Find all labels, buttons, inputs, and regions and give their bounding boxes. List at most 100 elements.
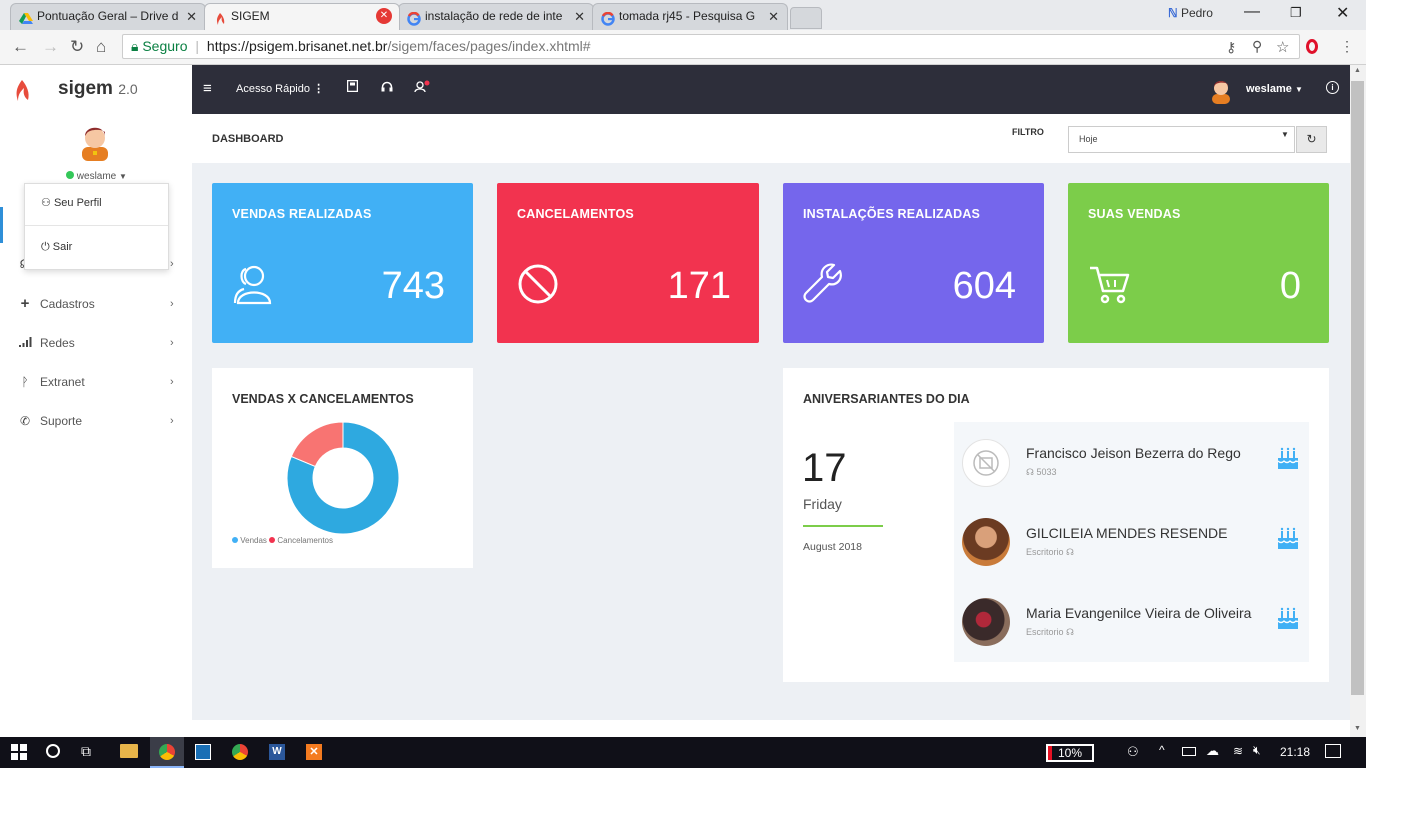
opera-icon[interactable] — [1306, 39, 1318, 54]
chart-title: VENDAS X CANCELAMENTOS — [232, 392, 414, 406]
home-icon[interactable]: ⌂ — [96, 37, 106, 57]
people-icon[interactable]: ⚇ — [1127, 744, 1139, 760]
menu-item-profile[interactable]: ⚇ Seu Perfil — [41, 196, 102, 209]
card-suas-vendas[interactable]: SUAS VENDAS 0 — [1068, 183, 1329, 343]
browser-tab-drive[interactable]: Pontuação Geral – Drive d ✕ — [10, 3, 206, 30]
browser-tab-sigem[interactable]: SIGEM ✕ — [204, 3, 400, 30]
user-alert-icon[interactable] — [414, 80, 430, 96]
filter-select[interactable]: Hoje ▼ — [1068, 126, 1295, 153]
scroll-down-icon[interactable]: ▼ — [1354, 725, 1361, 732]
reload-icon[interactable]: ↻ — [70, 37, 84, 57]
clock-time[interactable]: 21:18 — [1280, 745, 1310, 759]
person-name: Maria Evangenilce Vieira de Oliveira — [1026, 605, 1252, 621]
google-icon — [407, 10, 421, 26]
card-title: CANCELAMENTOS — [517, 207, 634, 221]
close-tab-icon[interactable]: ✕ — [376, 8, 392, 24]
page-footer — [192, 720, 1350, 737]
scrollbar-thumb[interactable] — [1351, 81, 1364, 695]
menu-divider — [25, 225, 168, 226]
sidebar-item-cadastros[interactable]: + Cadastros › — [0, 287, 192, 321]
forward-icon[interactable]: → — [42, 37, 59, 57]
browser-tab-search-1[interactable]: instalação de rede de inte ✕ — [398, 3, 594, 30]
card-value: 604 — [952, 265, 1016, 307]
close-tab-icon[interactable]: ✕ — [186, 4, 197, 29]
key-icon[interactable]: ⚷ — [1226, 39, 1236, 56]
browser-profile[interactable]: ℕ Pedro — [1168, 6, 1213, 20]
chevron-up-icon[interactable]: ^ — [1159, 743, 1165, 757]
battery-icon[interactable] — [1182, 747, 1196, 756]
card-instalacoes-realizadas[interactable]: INSTALAÇÕES REALIZADAS 604 — [783, 183, 1044, 343]
chevron-right-icon: › — [170, 376, 174, 388]
url-divider: | — [195, 38, 200, 54]
person-sub-text: 5033 — [1036, 467, 1057, 477]
chrome-icon[interactable] — [232, 744, 248, 760]
top-navbar: ≡ Acesso Rápido ⋮ weslame ▼ i — [192, 65, 1350, 114]
topbar-user-menu[interactable]: weslame ▼ — [1246, 83, 1303, 95]
google-drive-icon — [19, 10, 33, 24]
volume-muted-icon[interactable]: 🔇︎ — [1253, 743, 1261, 758]
card-vendas-realizadas[interactable]: VENDAS REALIZADAS 743 — [212, 183, 473, 343]
tab-title: tomada rj45 - Pesquisa G — [619, 9, 756, 23]
word-icon[interactable]: W — [269, 744, 285, 760]
scroll-up-icon[interactable]: ▲ — [1354, 67, 1361, 74]
back-icon[interactable]: ← — [12, 37, 29, 57]
sidebar-item-label: Cadastros — [40, 297, 95, 311]
topbar-avatar[interactable] — [1208, 76, 1234, 104]
xampp-icon[interactable]: ✕ — [306, 744, 322, 760]
birthday-weekday: Friday — [803, 496, 842, 512]
windows-start-icon[interactable] — [11, 744, 27, 763]
book-icon[interactable] — [346, 79, 359, 95]
chart-legend: Vendas Cancelamentos — [232, 536, 333, 545]
filter-label: FILTRO — [1012, 127, 1044, 137]
cortana-search-icon[interactable] — [46, 744, 60, 758]
restore-icon[interactable]: ❐ — [1290, 5, 1302, 21]
quick-access-menu[interactable]: Acesso Rápido ⋮ — [236, 82, 324, 95]
zoom-icon[interactable]: ⚲ — [1252, 38, 1262, 55]
power-icon: ⏻ — [41, 241, 50, 253]
url-input[interactable]: 🔒︎ Seguro | https://psigem.brisanet.net.… — [122, 34, 1300, 59]
wifi-icon[interactable]: ≋ — [1233, 744, 1243, 758]
person-sub-text: Escritorio — [1026, 547, 1064, 557]
list-item[interactable]: Maria Evangenilce Vieira de Oliveira Esc… — [954, 582, 1309, 662]
windows-taskbar: ⧉ W ✕ 10% ⚇ ^ ☁ ≋ 🔇︎ 21:18 — [0, 737, 1366, 768]
minimize-icon[interactable]: — — [1244, 3, 1260, 21]
sidebar-item-extranet[interactable]: ᚹ Extranet › — [0, 365, 192, 399]
donut-slice-cancelamentos[interactable] — [290, 421, 344, 468]
card-cancelamentos[interactable]: CANCELAMENTOS 171 — [497, 183, 759, 343]
app-icon[interactable] — [195, 744, 211, 760]
battery-indicator[interactable]: 10% — [1046, 744, 1094, 762]
close-tab-icon[interactable]: ✕ — [768, 4, 779, 29]
person-sub: Escritorio ☊ — [1026, 547, 1074, 558]
list-item[interactable]: Francisco Jeison Bezerra do Rego ☊ 5033 — [954, 422, 1309, 502]
person-sub: Escritorio ☊ — [1026, 627, 1074, 638]
onedrive-icon[interactable]: ☁ — [1206, 743, 1219, 759]
page-scrollbar[interactable]: ▲ ▼ — [1350, 65, 1366, 737]
app-version: 2.0 — [118, 81, 138, 97]
app-name: sigem — [58, 78, 113, 99]
file-explorer-icon[interactable] — [120, 744, 138, 758]
notifications-icon[interactable] — [1325, 744, 1341, 758]
menu-dots-icon[interactable]: ⋮ — [1340, 38, 1354, 55]
taskbar-chrome-active[interactable] — [150, 737, 184, 768]
star-icon[interactable]: ☆ — [1276, 38, 1289, 56]
close-tab-icon[interactable]: ✕ — [574, 4, 585, 29]
headset-icon: ☊ — [1026, 467, 1034, 477]
signal-icon — [18, 326, 32, 360]
user-menu-toggle[interactable]: weslame ▼ — [66, 171, 127, 182]
browser-tab-search-2[interactable]: tomada rj45 - Pesquisa G ✕ — [592, 3, 788, 30]
hamburger-menu-icon[interactable]: ≡ — [203, 80, 212, 97]
sidebar-user-name: weslame — [76, 171, 117, 182]
sidebar-item-redes[interactable]: Redes › — [0, 326, 192, 360]
task-view-icon[interactable]: ⧉ — [81, 743, 91, 760]
new-tab-button[interactable] — [790, 7, 822, 29]
menu-item-logout[interactable]: ⏻ Sair — [41, 241, 72, 254]
list-item[interactable]: GILCILEIA MENDES RESENDE Escritorio ☊ — [954, 502, 1309, 582]
sidebar-item-suporte[interactable]: ✆ Suporte › — [0, 404, 192, 438]
avatar[interactable] — [78, 121, 112, 161]
info-icon[interactable]: i — [1326, 81, 1339, 94]
refresh-button[interactable]: ↻ — [1296, 126, 1327, 153]
caret-down-icon: ▼ — [1294, 85, 1303, 94]
window-close-icon[interactable]: ✕ — [1336, 3, 1349, 23]
card-title: INSTALAÇÕES REALIZADAS — [803, 207, 981, 221]
headphones-icon[interactable] — [381, 81, 393, 95]
